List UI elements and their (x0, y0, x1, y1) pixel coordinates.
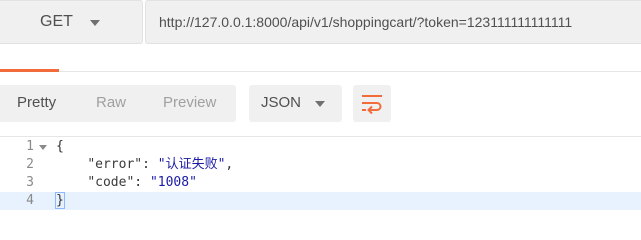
json-string-value: "1008" (149, 175, 197, 190)
chevron-down-icon (315, 101, 325, 107)
tab-pretty[interactable]: Pretty (17, 94, 56, 111)
code-line: 3 "code": "1008" (0, 174, 641, 192)
json-comma: , (225, 157, 234, 172)
json-key: "error" (87, 157, 143, 172)
close-brace: } (55, 192, 65, 209)
tab-preview[interactable]: Preview (163, 94, 216, 111)
chevron-down-icon (90, 20, 100, 26)
response-body-editor[interactable]: 1 { 2 "error": "认证失败", 3 "code": "1008" … (0, 136, 641, 215)
json-key: "code" (87, 175, 135, 190)
line-number: 1 (26, 139, 34, 154)
code-line: 2 "error": "认证失败", (0, 156, 641, 174)
request-bar: GET (0, 0, 641, 46)
response-tab-strip (0, 46, 641, 72)
code-text: "code": "1008" (87, 175, 197, 190)
wrap-lines-icon (362, 95, 382, 114)
code-text: { (56, 138, 64, 156)
view-mode-group: Pretty Raw Preview (0, 85, 236, 122)
url-field[interactable] (145, 0, 641, 44)
wrap-lines-button[interactable] (353, 85, 391, 122)
line-number: 4 (26, 193, 34, 208)
json-string-value: "认证失败" (157, 157, 226, 172)
method-label: GET (40, 13, 73, 30)
fold-chevron-icon[interactable] (39, 145, 47, 150)
tab-raw[interactable]: Raw (96, 94, 126, 111)
url-input[interactable] (146, 1, 641, 43)
format-label: JSON (261, 94, 302, 111)
format-select[interactable]: JSON (249, 85, 342, 122)
code-line: 1 { (0, 138, 641, 156)
method-select[interactable]: GET (0, 0, 143, 44)
open-brace: { (56, 139, 64, 154)
code-text: } (55, 192, 65, 210)
response-toolbar: Pretty Raw Preview JSON (0, 72, 641, 136)
line-number: 3 (26, 175, 34, 190)
line-number: 2 (26, 157, 34, 172)
code-line-active: 4 } (0, 192, 641, 210)
code-text: "error": "认证失败", (87, 157, 234, 172)
text-cursor (63, 192, 65, 207)
